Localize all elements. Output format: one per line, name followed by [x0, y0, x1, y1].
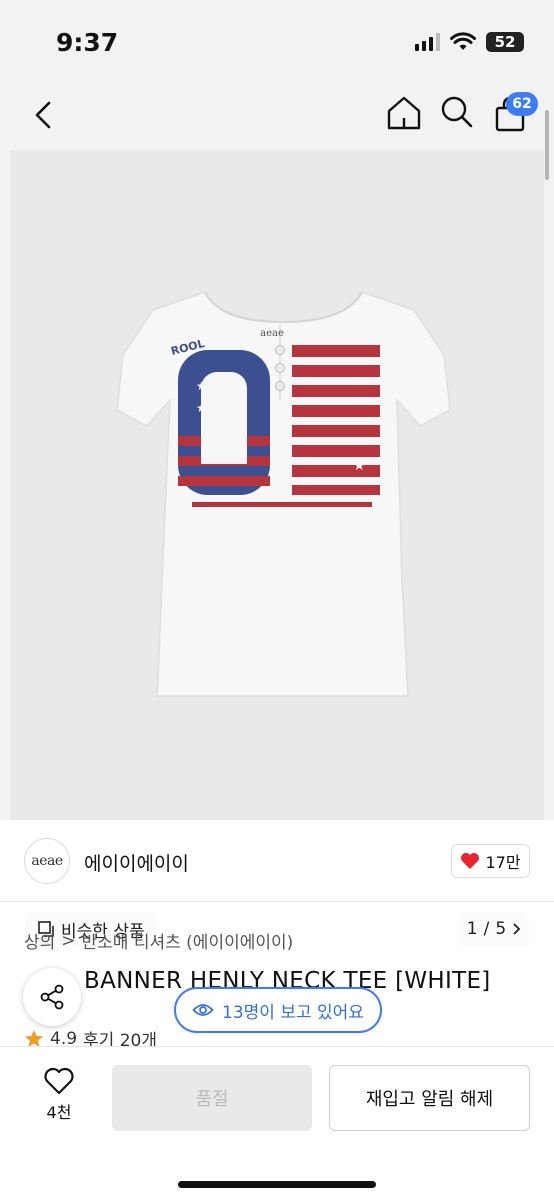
eye-icon: [192, 1004, 214, 1016]
viewers-text: 13명이 보고 있어요: [222, 1002, 364, 1023]
signal-icon: [415, 33, 440, 51]
home-icon: [387, 96, 421, 130]
wishlist-count: 4천: [46, 1103, 72, 1122]
search-icon: [441, 96, 473, 128]
svg-text:★: ★: [353, 458, 366, 474]
share-icon: [40, 984, 64, 1010]
status-time: 9:37: [56, 28, 119, 57]
soldout-button: 품절: [112, 1065, 312, 1131]
brand-logo[interactable]: aeae: [24, 838, 70, 884]
viewers-badge: 13명이 보고 있어요: [174, 987, 382, 1033]
home-indicator[interactable]: [178, 1181, 376, 1188]
page-separator: /: [483, 919, 490, 939]
breadcrumb-subcategory[interactable]: 반소매 티셔츠 (에이이에이이): [82, 928, 294, 953]
svg-text:★ ★: ★ ★: [196, 401, 221, 415]
brand-name[interactable]: 에이이에이이: [84, 849, 189, 876]
wishlist-button[interactable]: 4천: [26, 1067, 92, 1127]
brand-like-count: 17만: [485, 853, 521, 872]
back-button[interactable]: [26, 95, 60, 135]
collar-logo: aeae: [260, 328, 284, 339]
bottom-action-bar: 4천 품절 재입고 알림 해제: [0, 1046, 554, 1200]
breadcrumb-separator: >: [61, 930, 76, 951]
heart-icon: [461, 853, 480, 869]
restock-alert-button[interactable]: 재입고 알림 해제: [329, 1065, 530, 1131]
wifi-icon: [450, 32, 476, 50]
battery-icon: 52: [486, 32, 524, 52]
page-total: 5: [495, 919, 507, 939]
breadcrumb: 상의 > 반소매 티셔츠 (에이이에이이): [24, 928, 294, 954]
brand-row: aeae 에이이에이이 17만: [0, 820, 554, 902]
product-image[interactable]: aeae ROOL ★ ★ ★ ★ ★: [10, 150, 544, 820]
tshirt-image: aeae ROOL ★ ★ ★ ★ ★: [116, 291, 451, 697]
search-button[interactable]: [439, 94, 475, 130]
breadcrumb-category[interactable]: 상의: [24, 928, 55, 953]
chevron-left-icon: [35, 101, 51, 129]
chevron-right-icon: [513, 923, 521, 935]
status-bar: 9:37 52: [0, 0, 554, 80]
status-icons: 52: [415, 32, 524, 52]
nav-bar: [0, 80, 554, 150]
brand-like-button[interactable]: 17만: [451, 844, 530, 878]
cart-badge: 62: [506, 92, 538, 116]
home-button[interactable]: [385, 94, 423, 132]
svg-text:★ ★: ★ ★: [196, 379, 221, 393]
share-button[interactable]: [23, 968, 81, 1026]
product-gallery[interactable]: aeae ROOL ★ ★ ★ ★ ★ 비슷한 상품 1 / 5: [0, 150, 554, 946]
page-indicator[interactable]: 1 / 5: [459, 912, 529, 946]
page-current: 1: [466, 919, 478, 939]
heart-outline-icon: [44, 1067, 74, 1095]
scrollbar[interactable]: [545, 110, 549, 180]
